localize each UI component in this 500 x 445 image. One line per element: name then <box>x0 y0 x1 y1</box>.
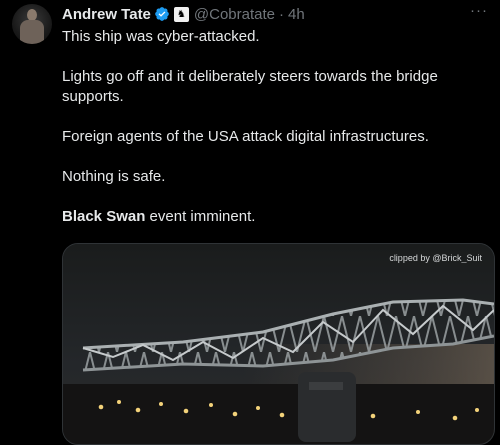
video-media[interactable]: clipped by @Brick_Suit <box>62 243 495 445</box>
video-frame-image <box>63 244 494 444</box>
avatar[interactable] <box>12 4 52 44</box>
tweet-line: Foreign agents of the USA attack digital… <box>62 128 429 145</box>
affiliation-badge-icon[interactable]: ♞ <box>173 6 189 22</box>
timestamp[interactable]: 4h <box>288 6 305 23</box>
tweet-line: Lights go off and it deliberately steers… <box>62 68 438 105</box>
tweet-line: Nothing is safe. <box>62 168 166 185</box>
author-name[interactable]: Andrew Tate <box>62 6 151 23</box>
tweet-text: This ship was cyber-attacked. Lights go … <box>62 27 486 227</box>
author-handle[interactable]: @Cobratate <box>194 6 275 23</box>
tweet-line: This ship was cyber-attacked. <box>62 28 260 45</box>
bold-phrase: Black Swan <box>62 208 146 225</box>
more-options-icon[interactable]: ··· <box>470 2 488 19</box>
tweet-line: Black Swan event imminent. <box>62 207 486 227</box>
verified-badge-icon[interactable] <box>154 6 170 22</box>
tweet-header: Andrew Tate ♞ @Cobratate · 4h ··· <box>62 2 488 24</box>
separator-dot: · <box>279 5 285 23</box>
tweet-line-rest: event imminent. <box>145 208 256 225</box>
clip-credit: clipped by @Brick_Suit <box>389 253 482 263</box>
avatar-torso <box>20 20 44 44</box>
